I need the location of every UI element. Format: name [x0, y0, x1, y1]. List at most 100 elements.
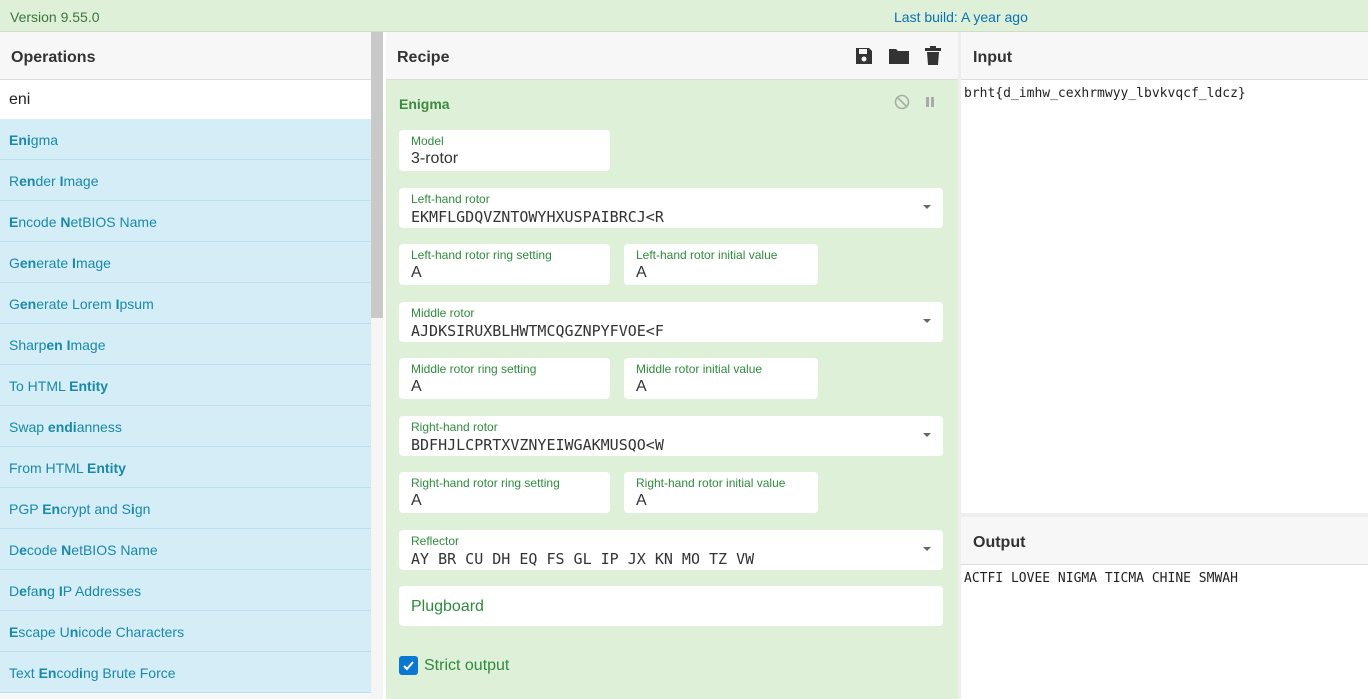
field-value[interactable]: EKMFLGDQVZNTOWYHXUSPAIBRCJ<R [411, 208, 931, 226]
operation-label-part: G [9, 255, 20, 271]
operation-label-part: Text [9, 665, 39, 681]
folder-icon[interactable] [888, 46, 910, 66]
operation-label-part: mage [70, 337, 106, 353]
pause-icon[interactable] [924, 94, 936, 110]
operation-item[interactable]: Defang IP Addresses [0, 570, 371, 611]
caret-down-icon[interactable] [923, 547, 931, 551]
field-value[interactable]: AY BR CU DH EQ FS GL IP JX KN MO TZ VW [411, 550, 931, 568]
field-value[interactable]: A [411, 492, 598, 510]
operation-label-part: Entity [69, 378, 109, 394]
operation-label-part: To HTML [9, 378, 70, 394]
operation-item[interactable]: Sharpen Image [0, 324, 371, 365]
right-initial-field[interactable]: Right-hand rotor initial value A [624, 472, 818, 513]
model-field[interactable]: Model 3-rotor [399, 130, 610, 171]
operation-label-part: en [19, 255, 37, 271]
operation-item[interactable]: Decode NetBIOS Name [0, 529, 371, 570]
operation-item[interactable]: Enigma [0, 119, 371, 160]
field-value[interactable]: A [411, 378, 598, 396]
operation-label-part: anness [76, 419, 122, 435]
operation-label-part: n [38, 583, 48, 599]
scrollbar-thumb[interactable] [371, 32, 383, 318]
field-value[interactable]: BDFHJLCPRTXVZNYEIWGAKMUSQO<W [411, 436, 931, 454]
operation-label-part: g [47, 583, 59, 599]
right-rotor-select[interactable]: Right-hand rotor BDFHJLCPRTXVZNYEIWGAKMUS… [399, 416, 943, 456]
operations-scrollbar[interactable] [371, 32, 383, 699]
recipe-panel: Recipe Enigma Model 3-rotor Left-hand roto… [386, 32, 958, 699]
operation-item[interactable]: To HTML Entity [0, 365, 371, 406]
operation-label-part: scape U [18, 624, 70, 640]
operation-label-part: der [35, 173, 60, 189]
field-label: Right-hand rotor [411, 420, 498, 434]
operation-label-part: G [9, 296, 20, 312]
operation-label-part: Entity [87, 460, 126, 476]
reflector-select[interactable]: Reflector AY BR CU DH EQ FS GL IP JX KN M… [399, 530, 943, 570]
field-label: Left-hand rotor initial value [636, 248, 778, 262]
operation-item[interactable]: Swap endianness [0, 406, 371, 447]
top-bar: Version 9.55.0 Last build: A year ago [0, 0, 1368, 32]
field-label: Middle rotor [411, 306, 475, 320]
last-build-link[interactable]: Last build: A year ago [894, 9, 1028, 25]
field-value[interactable]: A [636, 492, 806, 510]
field-value[interactable]: A [636, 378, 806, 396]
operation-item[interactable]: Render Image [0, 160, 371, 201]
right-ring-field[interactable]: Right-hand rotor ring setting A [399, 472, 610, 513]
ingredient-name: Enigma [399, 96, 450, 112]
output-panel: Output ACTFI LOVEE NIGMA TICMA CHINE SMW… [961, 517, 1368, 699]
operation-label-part: R [9, 173, 20, 189]
operation-label-part: En [42, 501, 61, 517]
middle-initial-field[interactable]: Middle rotor initial value A [624, 358, 818, 399]
strict-output-checkbox[interactable]: Strict output [399, 656, 509, 675]
plugboard-field[interactable]: Plugboard [399, 586, 943, 626]
operation-label-part: ncode [18, 214, 61, 230]
enigma-ingredient-header: Enigma [386, 80, 958, 128]
checkbox-checked-icon[interactable] [399, 656, 418, 675]
operations-search-input[interactable] [0, 80, 371, 119]
field-value[interactable]: AJDKSIRUXBLHWTMCQGZNPYFVOE<F [411, 322, 931, 340]
operations-title: Operations [0, 32, 371, 80]
save-icon[interactable] [854, 46, 874, 66]
operation-label-part: etBIOS Name [70, 214, 157, 230]
field-value[interactable]: A [411, 264, 598, 282]
operation-label-part: en [19, 296, 37, 312]
version-label: Version 9.55.0 [10, 9, 100, 25]
caret-down-icon[interactable] [923, 433, 931, 437]
operation-item[interactable]: From HTML Entity [0, 447, 371, 488]
operation-item[interactable]: Generate Lorem Ipsum [0, 283, 371, 324]
middle-rotor-select[interactable]: Middle rotor AJDKSIRUXBLHWTMCQGZNPYFVOE<F [399, 302, 943, 342]
output-title: Output [961, 517, 1368, 565]
recipe-title: Recipe [397, 49, 450, 66]
field-label: Left-hand rotor ring setting [411, 248, 552, 262]
operation-label-part: D [9, 583, 20, 599]
operation-label-part: Eni [9, 132, 31, 148]
operation-label-part: D [9, 542, 20, 558]
input-title: Input [961, 32, 1368, 80]
operation-label-part: en [46, 337, 63, 353]
field-label: Left-hand rotor [411, 192, 490, 206]
field-label: Middle rotor ring setting [411, 362, 537, 376]
caret-down-icon[interactable] [923, 319, 931, 323]
field-value[interactable]: 3-rotor [411, 150, 598, 168]
operations-panel: Operations EnigmaRender ImageEncode NetB… [0, 32, 371, 699]
caret-down-icon[interactable] [923, 205, 931, 209]
plugboard-label: Plugboard [411, 598, 484, 615]
operation-item[interactable]: Encode NetBIOS Name [0, 201, 371, 242]
middle-ring-field[interactable]: Middle rotor ring setting A [399, 358, 610, 399]
operation-label-part: N [60, 214, 71, 230]
disable-icon[interactable] [894, 94, 910, 110]
operation-label-part: e [19, 542, 27, 558]
operation-item[interactable]: Generate Image [0, 242, 371, 283]
operation-label-part: mage [75, 255, 111, 271]
recipe-header: Recipe [386, 32, 958, 80]
output-text[interactable]: ACTFI LOVEE NIGMA TICMA CHINE SMWAH [961, 565, 1368, 592]
operation-label-part: mage [63, 173, 99, 189]
operation-item[interactable]: Text Encoding Brute Force [0, 652, 371, 693]
field-value[interactable]: A [636, 264, 806, 282]
operation-item[interactable]: Escape Unicode Characters [0, 611, 371, 652]
left-initial-field[interactable]: Left-hand rotor initial value A [624, 244, 818, 285]
left-ring-field[interactable]: Left-hand rotor ring setting A [399, 244, 610, 285]
trash-icon[interactable] [924, 46, 942, 66]
operation-item[interactable]: PGP Encrypt and Sign [0, 488, 371, 529]
left-rotor-select[interactable]: Left-hand rotor EKMFLGDQVZNTOWYHXUSPAIBRC… [399, 188, 943, 228]
input-textarea[interactable]: brht{d_imhw_cexhrmwyy_lbvkvqcf_ldcz} [961, 80, 1368, 107]
operation-label-part: P Addresses [62, 583, 142, 599]
